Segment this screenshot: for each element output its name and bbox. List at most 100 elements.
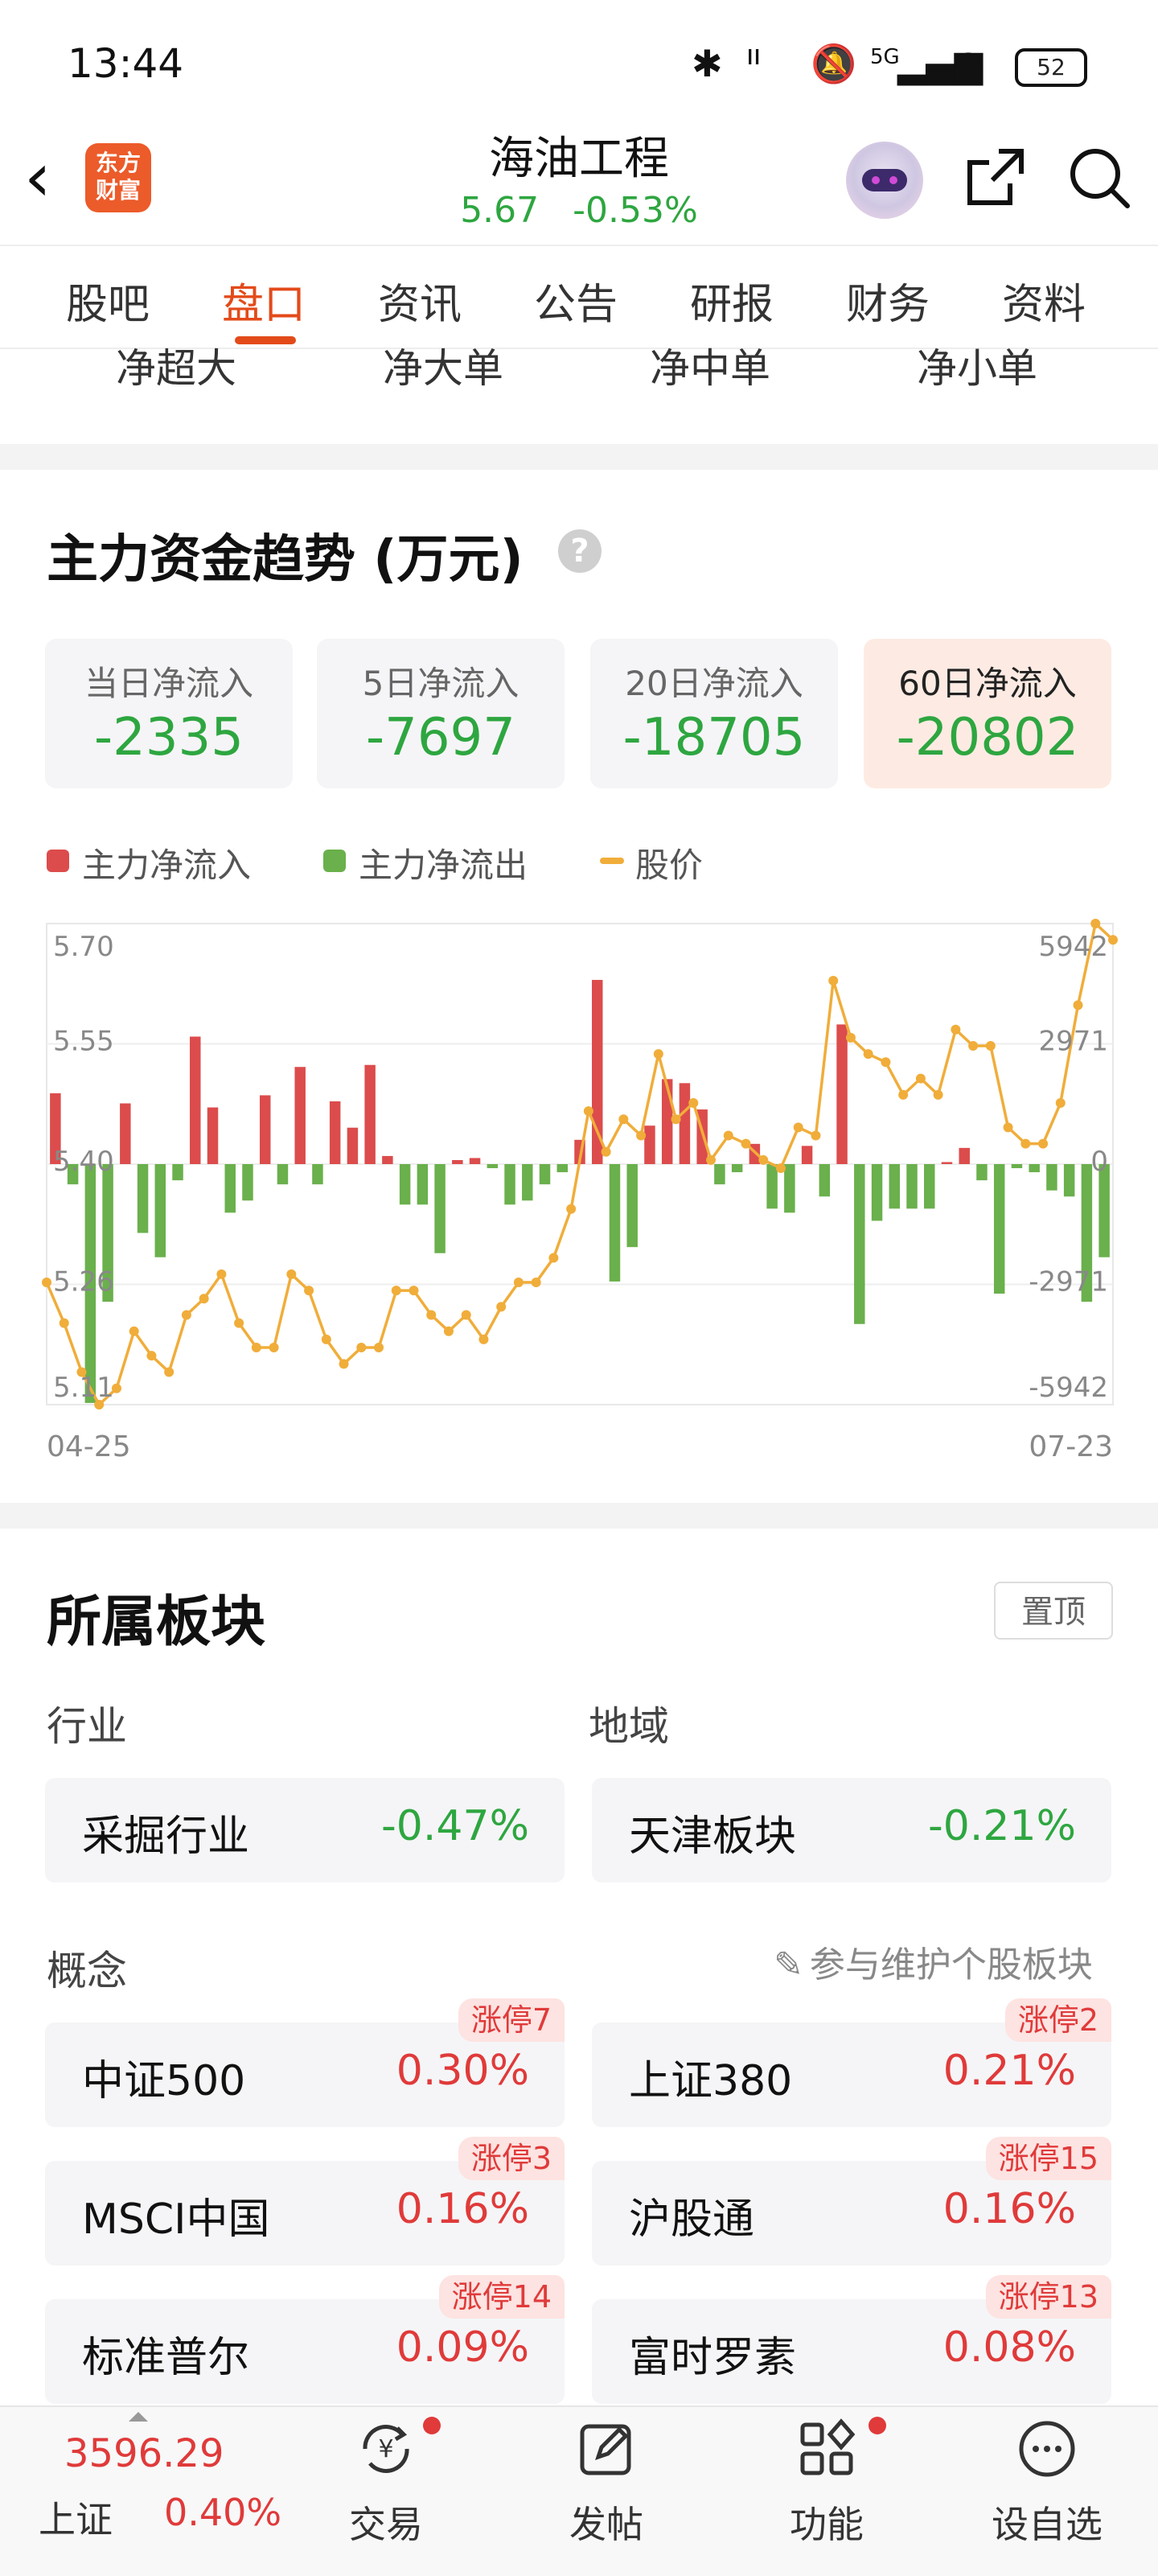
price-point (391, 1286, 401, 1296)
pin-top-button[interactable]: 置顶 (994, 1582, 1113, 1640)
outflow-bar (993, 1164, 1005, 1294)
legend-label: 主力净流入 (82, 846, 252, 885)
price-point (1073, 1000, 1083, 1010)
inflow-bar (259, 1095, 271, 1164)
sector-change: 0.16% (942, 2185, 1076, 2233)
sector-change: 0.09% (396, 2323, 529, 2372)
price-point (741, 1138, 751, 1149)
outflow-bar (819, 1164, 831, 1197)
concept-card[interactable]: 涨停2 上证380 0.21% (592, 1998, 1111, 2127)
price-point (286, 1269, 297, 1279)
period-card-1d[interactable]: 当日净流入 -2335 (45, 639, 293, 788)
price-point (758, 1154, 769, 1165)
concept-card[interactable]: 涨停14 标准普尔 0.09% (45, 2275, 565, 2404)
tab-research[interactable]: 研报 (690, 270, 774, 331)
right-axis-tick: -2971 (1029, 1266, 1108, 1298)
price-point (863, 1049, 873, 1060)
tab-bar: 股吧 盘口 资讯 公告 研报 财务 资料 (0, 245, 1158, 349)
index-change[interactable]: 0.40% (164, 2491, 281, 2534)
limit-up-badge: 涨停13 (985, 2275, 1111, 2319)
region-card[interactable]: 天津板块 -0.21% (592, 1778, 1111, 1883)
outflow-bar (1098, 1164, 1110, 1257)
price-point (164, 1367, 175, 1377)
concept-card[interactable]: 涨停15 沪股通 0.16% (592, 2137, 1111, 2265)
price-point (793, 1122, 803, 1133)
price-point (409, 1286, 419, 1296)
concept-card[interactable]: 涨停3 MSCI中国 0.16% (45, 2137, 565, 2265)
nav-post[interactable]: 发帖 (526, 2417, 687, 2549)
inflow-bar (364, 1064, 376, 1164)
tab-profile[interactable]: 资料 (1002, 270, 1086, 331)
more-icon (1019, 2421, 1075, 2477)
sector-name: 天津板块 (629, 1813, 797, 1861)
industry-label: 行业 (47, 1703, 127, 1750)
outflow-bar (224, 1164, 236, 1213)
nav-trade[interactable]: ¥ 交易 (306, 2417, 466, 2549)
tab-finance[interactable]: 财务 (846, 270, 930, 331)
price-point (881, 1057, 891, 1068)
price-point (1090, 919, 1101, 928)
inflow-bar (382, 1155, 393, 1164)
price-point (968, 1041, 979, 1051)
expand-caret-icon[interactable] (129, 2412, 148, 2422)
price-point (898, 1089, 909, 1100)
order-type-label: 净超大 (116, 345, 236, 392)
outflow-bar (889, 1164, 901, 1209)
assistant-robot-icon[interactable] (846, 142, 923, 219)
nav-features[interactable]: 功能 (746, 2417, 907, 2549)
period-label: 60日净流入 (898, 664, 1077, 703)
price-point (601, 1146, 611, 1157)
period-card-5d[interactable]: 5日净流入 -7697 (317, 639, 565, 788)
status-time: 13:44 (68, 40, 184, 87)
left-axis-tick: 5.26 (53, 1266, 114, 1298)
outflow-bar (854, 1164, 865, 1324)
index-name[interactable]: 上证 (39, 2491, 113, 2544)
price-point (1038, 1138, 1049, 1149)
price-point (251, 1343, 261, 1353)
price-point (723, 1130, 733, 1141)
tab-guba[interactable]: 股吧 (66, 270, 150, 331)
period-card-60d[interactable]: 60日净流入 -20802 (864, 639, 1111, 788)
price-point (304, 1286, 314, 1296)
maintain-sectors-link[interactable]: ✎ 参与维护个股板块 (774, 1936, 1093, 1987)
edit-post-icon (580, 2424, 631, 2475)
inflow-bar (801, 1146, 813, 1164)
fund-flow-chart[interactable]: 5.70 5.55 5.40 5.26 5.11 5942 2971 0 -2971 -5942 0… (0, 909, 1158, 1472)
search-icon[interactable] (1066, 145, 1131, 209)
price-point (356, 1343, 367, 1353)
x-axis-start-label: 04-25 (47, 1430, 131, 1463)
outflow-bar (504, 1164, 515, 1205)
bluetooth-icon: ✱ (692, 42, 723, 85)
outflow-bar (154, 1164, 166, 1257)
outflow-bar (172, 1164, 183, 1181)
help-icon[interactable]: ? (558, 529, 602, 573)
nav-watchlist[interactable]: 设自选 (967, 2417, 1127, 2549)
price-point (915, 1073, 926, 1084)
index-value[interactable]: 3596.29 (64, 2431, 224, 2476)
stock-change-pct: -0.53% (573, 190, 698, 231)
limit-up-badge: 涨停2 (1004, 1998, 1111, 2042)
price-point (688, 1097, 699, 1108)
price-point (269, 1343, 279, 1353)
inflow-bar (836, 1024, 848, 1164)
tab-pankou[interactable]: 盘口 (222, 270, 306, 331)
tab-announcements[interactable]: 公告 (534, 270, 618, 331)
period-card-20d[interactable]: 20日净流入 -18705 (590, 639, 838, 788)
concept-label: 概念 (47, 1948, 127, 1994)
sector-name: 采掘行业 (82, 1813, 250, 1861)
tab-news[interactable]: 资讯 (378, 270, 462, 331)
industry-card[interactable]: 采掘行业 -0.47% (45, 1778, 565, 1883)
sector-change: 0.21% (942, 2047, 1076, 2095)
outflow-bar (976, 1164, 988, 1181)
edit-icon: ✎ (774, 1944, 803, 1985)
share-icon[interactable] (963, 145, 1028, 209)
price-point (775, 1163, 786, 1174)
price-point (583, 1106, 593, 1117)
outflow-bar (1029, 1164, 1040, 1173)
outflow-bar (242, 1164, 253, 1201)
nav-label: 发帖 (569, 2503, 643, 2546)
right-axis-tick: -5942 (1029, 1372, 1108, 1404)
concept-card[interactable]: 涨停13 富时罗素 0.08% (592, 2275, 1111, 2404)
price-point (374, 1343, 384, 1353)
concept-card[interactable]: 涨停7 中证500 0.30% (45, 1998, 565, 2127)
